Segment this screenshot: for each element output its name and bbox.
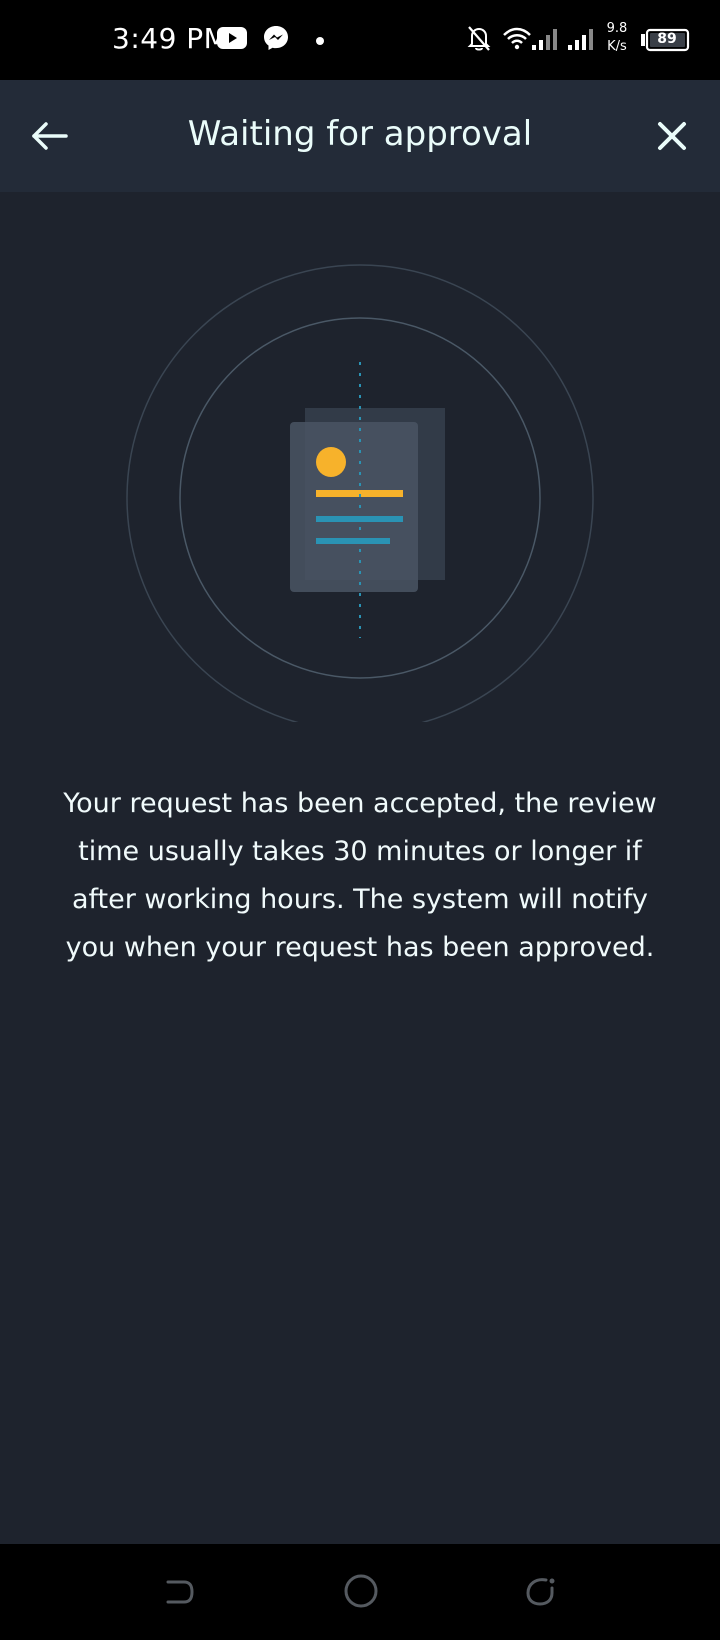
network-speed-unit: K/s [607,39,627,54]
network-speed-value: 9.8 [606,21,628,36]
messenger-icon [264,26,288,50]
document-review-icon [126,264,594,722]
close-button[interactable] [644,108,700,164]
document-line [316,538,390,544]
nav-recent-icon[interactable] [522,1574,558,1610]
close-icon [658,122,686,150]
document-front [290,422,418,592]
network-speed: 9.8 K/s [602,20,632,56]
signal-icon [568,29,593,50]
approval-message: Your request has been accepted, the revi… [63,788,657,963]
arrow-left-icon [32,122,68,150]
nav-home-icon[interactable] [342,1572,380,1610]
status-bar: 3:49 PM 9.8 K/s 89 [0,0,720,80]
status-time: 3:49 PM [112,22,229,55]
nav-back-icon[interactable] [162,1574,198,1610]
page-title: Waiting for approval [187,114,533,154]
app-bar: Waiting for approval [0,80,720,192]
bell-off-icon [467,26,491,51]
notification-dot-icon [316,37,324,45]
wifi-icon [503,27,531,50]
avatar-dot [316,447,346,477]
youtube-icon [217,27,247,49]
battery-level: 89 [657,31,677,47]
system-nav-bar [0,1544,720,1640]
signal-icon [532,29,557,50]
back-button[interactable] [22,108,78,164]
